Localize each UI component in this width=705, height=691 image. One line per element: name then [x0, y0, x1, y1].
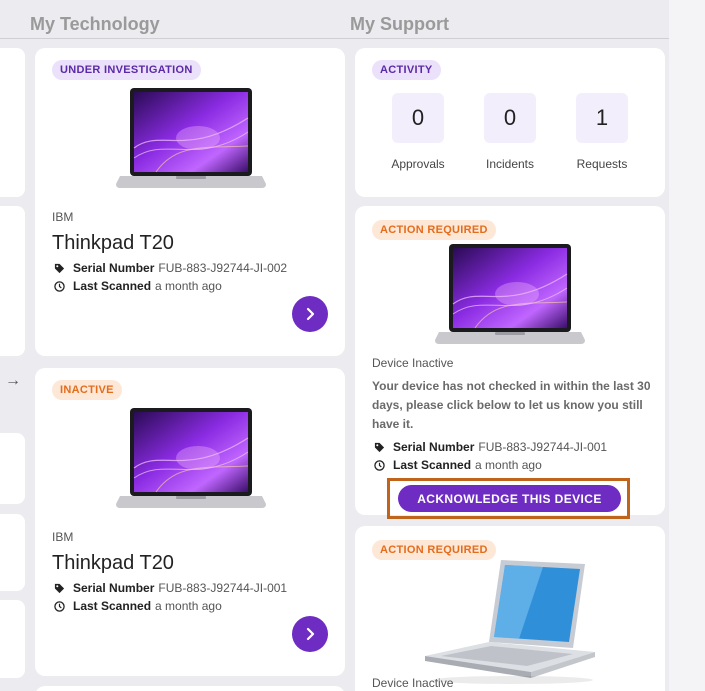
scanned-value: a month ago [155, 599, 222, 613]
device-brand: IBM [52, 530, 74, 544]
chevron-right-icon [306, 307, 315, 321]
action-required-badge: ACTION REQUIRED [372, 540, 496, 560]
left-card-stub[interactable] [0, 206, 25, 356]
inactive-description: Your device has not checked in within th… [372, 379, 651, 431]
scanned-label: Last Scanned [73, 279, 152, 293]
device-card[interactable]: UNDER INVESTIGATION IBM Thinkpad T20 Ser… [35, 48, 345, 356]
left-card-stub[interactable] [0, 433, 25, 504]
action-card: ACTION REQUIRED Device Inactive [355, 526, 665, 691]
device-card[interactable] [35, 686, 345, 691]
activity-badge: ACTIVITY [372, 60, 441, 80]
incidents-count[interactable]: 0 [484, 93, 536, 143]
status-badge: UNDER INVESTIGATION [52, 60, 201, 80]
my-technology-title: My Technology [30, 14, 160, 34]
device-model: Thinkpad T20 [52, 232, 174, 254]
acknowledge-device-button[interactable]: ACKNOWLEDGE THIS DEVICE [398, 485, 621, 512]
serial-label: Serial Number [393, 440, 475, 454]
clock-icon [372, 459, 386, 471]
left-card-stub[interactable] [0, 48, 25, 197]
device-status: Device Inactive [372, 676, 454, 690]
scanned-label: Last Scanned [73, 599, 152, 613]
requests-label: Requests [576, 157, 628, 171]
left-card-stub[interactable] [0, 514, 25, 591]
serial-label: Serial Number [73, 261, 155, 275]
right-edge-panel [669, 0, 705, 691]
action-card: ACTION REQUIRED Device Inactive Your dev… [355, 206, 665, 515]
last-scanned-row: Last Scanned a month ago [52, 599, 222, 613]
tag-icon [52, 263, 66, 274]
tag-icon [372, 442, 386, 453]
requests-count[interactable]: 1 [576, 93, 628, 143]
device-brand: IBM [52, 210, 74, 224]
status-badge: INACTIVE [52, 380, 122, 400]
approvals-label: Approvals [391, 157, 445, 171]
last-scanned-row: Last Scanned a month ago [52, 279, 222, 293]
device-status: Device Inactive [372, 356, 454, 370]
left-card-stub[interactable] [0, 600, 25, 678]
laptop-image [425, 560, 595, 684]
action-required-badge: ACTION REQUIRED [372, 220, 496, 240]
device-card[interactable]: INACTIVE IBM Thinkpad T20 Serial Number … [35, 368, 345, 676]
serial-value: FUB-883-J92744-JI-001 [158, 581, 288, 595]
approvals-count[interactable]: 0 [392, 93, 444, 143]
laptop-image [435, 244, 585, 344]
scanned-value: a month ago [475, 458, 542, 472]
activity-card: ACTIVITY 0 Approvals 0 Incidents 1 Reque… [355, 48, 665, 197]
serial-number-row: Serial Number FUB-883-J92744-JI-001 [52, 581, 287, 595]
serial-number-row: Serial Number FUB-883-J92744-JI-001 [372, 440, 607, 454]
open-device-button[interactable] [292, 616, 328, 652]
my-support-title: My Support [350, 14, 449, 34]
serial-value: FUB-883-J92744-JI-001 [478, 440, 608, 454]
incidents-label: Incidents [485, 157, 535, 171]
laptop-image [116, 408, 266, 508]
serial-label: Serial Number [73, 581, 155, 595]
scanned-label: Last Scanned [393, 458, 472, 472]
clock-icon [52, 280, 66, 292]
open-device-button[interactable] [292, 296, 328, 332]
laptop-image [116, 88, 266, 188]
serial-value: FUB-883-J92744-JI-002 [158, 261, 288, 275]
chevron-right-icon [306, 627, 315, 641]
arrow-right-icon[interactable]: → [5, 372, 21, 390]
section-divider [0, 38, 669, 39]
device-model: Thinkpad T20 [52, 552, 174, 574]
scanned-value: a month ago [155, 279, 222, 293]
tag-icon [52, 583, 66, 594]
last-scanned-row: Last Scanned a month ago [372, 458, 542, 472]
clock-icon [52, 600, 66, 612]
serial-number-row: Serial Number FUB-883-J92744-JI-002 [52, 261, 287, 275]
